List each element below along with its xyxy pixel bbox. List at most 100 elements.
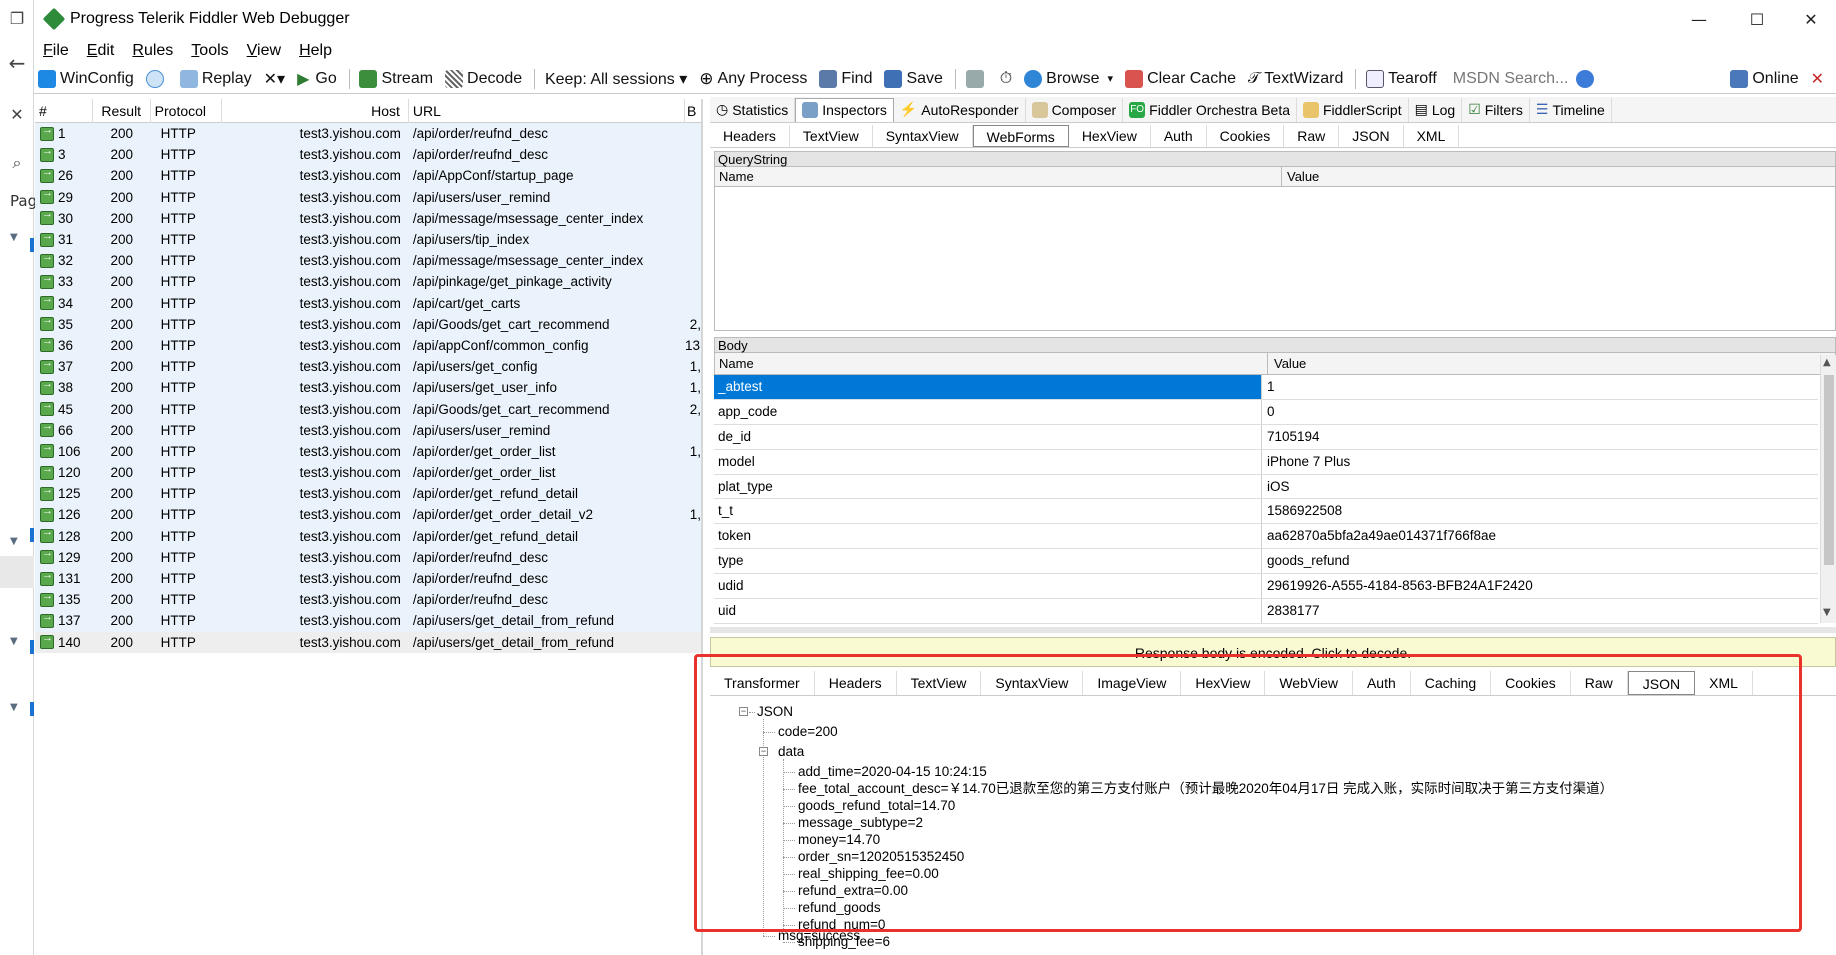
scroll-down-icon[interactable]: ▼ [1823,607,1831,618]
resp-tab-imageview[interactable]: ImageView [1083,670,1182,695]
session-row[interactable]: 126 200 HTTP test3.yishou.com/api/order/get… [35,504,701,526]
resp-tab-hexview[interactable]: HexView [1181,670,1266,695]
col-header-url[interactable]: URL [409,99,686,123]
body-param-name[interactable]: token [714,524,1262,549]
comment-button[interactable] [145,69,168,88]
save-button[interactable]: Save [884,69,943,88]
body-row[interactable]: model iPhone 7 Plus [714,449,1818,475]
browse-dropdown-caret[interactable]: ▾ [1108,72,1114,85]
body-row[interactable]: app_code 0 [714,399,1818,425]
back-arrow-icon[interactable]: ← [6,52,28,74]
session-row[interactable]: 38 200 HTTP test3.yishou.com/api/users/get_… [35,377,701,399]
json-node-code[interactable]: code=200 [778,722,838,742]
session-row[interactable]: 36 200 HTTP test3.yishou.com/api/appConf/co… [35,334,701,357]
col-header-protocol[interactable]: Protocol [151,99,223,123]
json-node-data[interactable]: data [778,742,804,762]
resp-tab-json[interactable]: JSON [1627,670,1696,695]
close-toolbar-icon[interactable]: ✕ [1811,69,1824,89]
resp-tab-caching[interactable]: Caching [1411,670,1492,695]
req-tab-cookies[interactable]: Cookies [1207,124,1285,147]
querystring-grid-body[interactable] [714,187,1836,331]
online-status[interactable]: Online [1730,69,1799,88]
tearoff-button[interactable]: Tearoff [1366,69,1437,88]
session-row[interactable]: 1 200 HTTP test3.yishou.com/api/order/reufn… [35,123,701,145]
session-row[interactable]: 35 200 HTTP test3.yishou.com/api/Goods/get_… [35,313,701,335]
clear-cache-button[interactable]: Clear Cache [1125,69,1236,88]
msdn-search-input[interactable]: MSDN Search... [1453,70,1569,88]
body-param-name[interactable]: model [714,449,1262,474]
session-row[interactable]: 37 200 HTTP test3.yishou.com/api/users/get_… [35,356,701,378]
session-row[interactable]: 45 200 HTTP test3.yishou.com/api/Goods/get_… [35,398,701,420]
session-list[interactable]: # Result Protocol Host URL B 1 200 HTTP tes… [35,99,703,955]
go-button[interactable]: ▶ Go [297,69,337,89]
tab-statistics[interactable]: ◷ Statistics [710,97,796,122]
session-row[interactable]: 131 200 HTTP test3.yishou.com/api/order/reu… [35,567,701,590]
decode-notice-bar[interactable]: Response body is encoded. Click to decod… [710,637,1836,667]
resp-tab-transformer[interactable]: Transformer [710,670,815,695]
body-row[interactable]: _abtest 1 [714,375,1818,400]
session-row[interactable]: 30 200 HTTP test3.yishou.com/api/message/ms… [35,207,701,229]
session-row[interactable]: 140 200 HTTP test3.yishou.com/api/users/get… [35,631,701,653]
body-param-name[interactable]: plat_type [714,474,1262,499]
body-param-value[interactable]: 7105194 [1262,425,1320,449]
session-row[interactable]: 3 200 HTTP test3.yishou.com/api/order/reufn… [35,144,701,166]
tab-autoresponder[interactable]: ⚡ AutoResponder [894,97,1026,122]
req-tab-hexview[interactable]: HexView [1069,124,1151,147]
any-process-button[interactable]: ⊕ Any Process [699,69,807,89]
session-row[interactable]: 33 200 HTTP test3.yishou.com/api/pinkage/ge… [35,271,701,293]
stream-button[interactable]: Stream [359,69,433,88]
body-row[interactable]: de_id 7105194 [714,424,1818,450]
resp-tab-headers[interactable]: Headers [815,670,897,695]
body-row[interactable]: t_t 1586922508 [714,499,1818,525]
help-button[interactable] [1576,69,1598,88]
horizontal-splitter[interactable] [710,627,1836,633]
collapse-data-toggle[interactable]: − [759,747,768,756]
col-header-host[interactable]: Host [222,99,409,123]
minimize-button[interactable]: — [1676,6,1722,34]
find-button[interactable]: Find [819,69,872,88]
body-row[interactable]: token aa62870a5bfa2a49ae014371f766f8ae [714,524,1818,550]
body-param-value[interactable]: 0 [1262,400,1275,424]
body-param-name[interactable]: app_code [714,399,1262,424]
session-row[interactable]: 26 200 HTTP test3.yishou.com/api/AppConf/st… [35,165,701,187]
tab-log[interactable]: ▤ Log [1409,97,1463,122]
search-icon[interactable]: ⌕ [6,152,28,174]
json-node-msg[interactable]: msg=success [778,926,860,946]
body-param-name[interactable]: t_t [714,499,1262,524]
body-param-value[interactable]: aa62870a5bfa2a49ae014371f766f8ae [1262,524,1496,548]
menu-edit[interactable]: Edit [87,42,115,60]
body-param-value[interactable]: goods_refund [1262,549,1350,573]
chevron-down-icon[interactable]: ▼ [10,232,20,243]
chevron-down-icon[interactable]: ▼ [10,536,20,547]
session-row[interactable]: 32 200 HTTP test3.yishou.com/api/message/ms… [35,250,701,272]
tab-fiddler-orchestra[interactable]: FO Fiddler Orchestra Beta [1123,97,1297,122]
close-panel-icon[interactable]: ✕ [6,104,28,126]
menu-tools[interactable]: Tools [191,42,228,60]
req-tab-textview[interactable]: TextView [790,124,873,147]
body-param-name[interactable]: udid [714,574,1262,599]
session-row[interactable]: 31 200 HTTP test3.yishou.com/api/users/tip_… [35,228,701,251]
window-stack-icon[interactable]: ❐ [6,8,28,30]
body-param-value[interactable]: 2838177 [1262,599,1320,623]
menu-file[interactable]: File [43,42,69,60]
winconfig-button[interactable]: WinConfig [38,69,134,88]
session-row[interactable]: 137 200 HTTP test3.yishou.com/api/users/get… [35,610,701,632]
body-row[interactable]: type goods_refund [714,549,1818,575]
body-row[interactable]: udid 29619926-A555-4184-8563-BFB24A1F2420 [714,574,1818,600]
req-tab-webforms[interactable]: WebForms [972,124,1069,147]
body-param-value[interactable]: 1586922508 [1262,499,1342,523]
resp-tab-auth[interactable]: Auth [1353,670,1411,695]
resp-tab-raw[interactable]: Raw [1571,670,1628,695]
textwizard-button[interactable]: 𝒯 TextWizard [1248,70,1343,88]
session-row[interactable]: 120 200 HTTP test3.yishou.com/api/order/get… [35,462,701,484]
chevron-down-icon[interactable]: ▼ [10,702,20,713]
session-row[interactable]: 125 200 HTTP test3.yishou.com/api/order/get… [35,483,701,505]
menu-rules[interactable]: Rules [132,42,173,60]
req-tab-xml[interactable]: XML [1404,124,1460,147]
tab-timeline[interactable]: ☰ Timeline [1530,97,1612,122]
menu-help[interactable]: Help [299,42,332,60]
collapse-root-toggle[interactable]: − [739,707,748,716]
keep-sessions-dropdown[interactable]: Keep: All sessions ▾ [545,69,687,89]
tab-composer[interactable]: Composer [1026,97,1124,122]
col-header-body[interactable]: B [685,99,701,123]
